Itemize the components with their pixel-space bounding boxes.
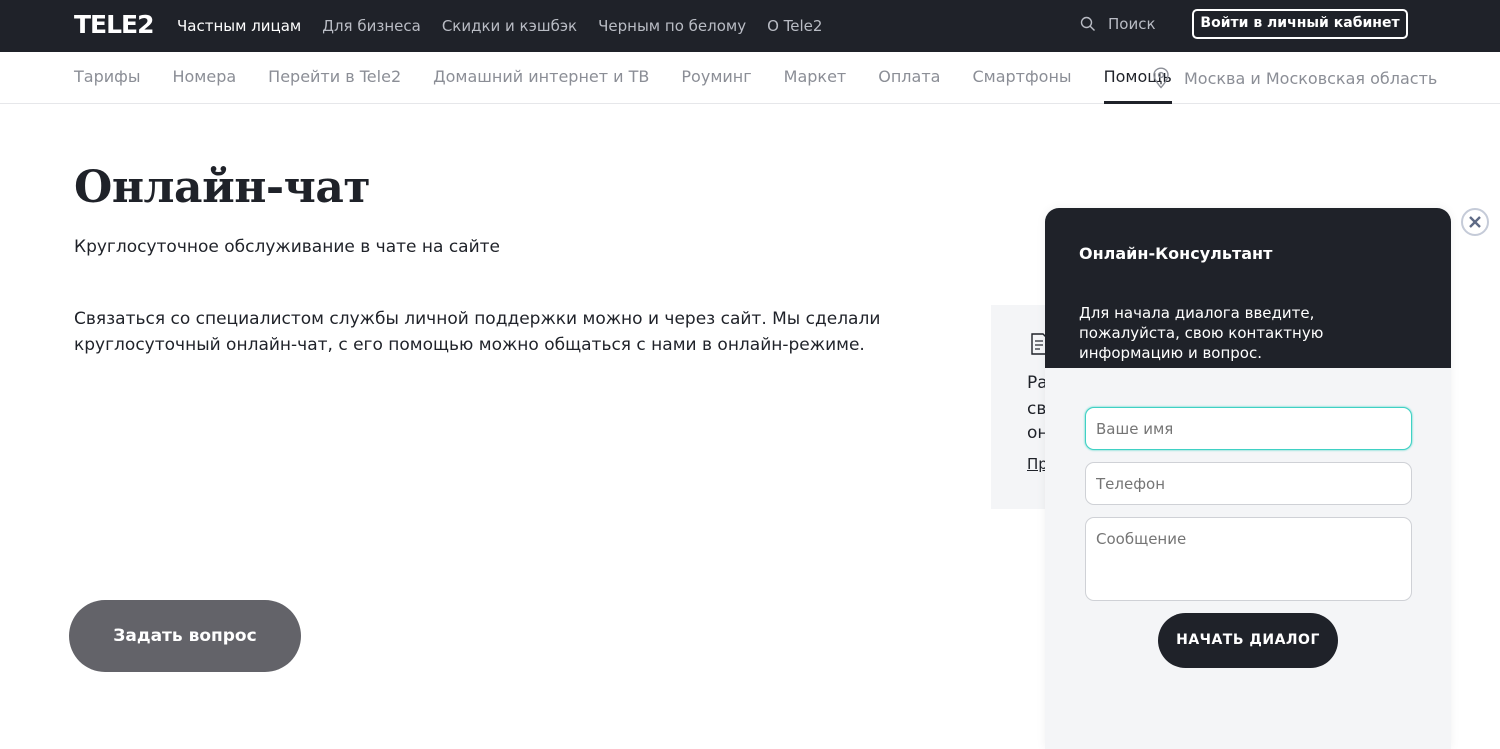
name-input[interactable]: [1085, 407, 1412, 450]
close-icon: [1469, 216, 1481, 228]
section-nav-item-payment[interactable]: Оплата: [878, 52, 940, 104]
login-button[interactable]: Войти в личный кабинет: [1192, 9, 1408, 39]
page-subtitle: Круглосуточное обслуживание в чате на са…: [74, 237, 500, 257]
section-nav-item-numbers[interactable]: Номера: [172, 52, 236, 104]
search-button[interactable]: Поиск: [1080, 0, 1156, 48]
chat-widget: Онлайн-Консультант Для начала диалога вв…: [1045, 208, 1451, 749]
top-nav-item-about[interactable]: О Tele2: [767, 17, 822, 35]
top-nav-item-black-on-white[interactable]: Черным по белому: [598, 17, 746, 35]
location-pin-icon: [1153, 67, 1169, 89]
top-nav-item-business[interactable]: Для бизнеса: [322, 17, 421, 35]
message-input[interactable]: [1085, 517, 1412, 601]
phone-input[interactable]: [1085, 462, 1412, 505]
section-nav-item-home-internet[interactable]: Домашний интернет и ТВ: [433, 52, 649, 104]
section-nav-item-tariffs[interactable]: Тарифы: [74, 52, 140, 104]
tele2-logo[interactable]: TELE2: [74, 11, 155, 39]
top-nav: Частным лицам Для бизнеса Скидки и кэшбэ…: [177, 0, 843, 52]
top-nav-item-private[interactable]: Частным лицам: [177, 17, 301, 35]
top-bar: TELE2 Частным лицам Для бизнеса Скидки и…: [0, 0, 1500, 52]
chat-header: Онлайн-Консультант Для начала диалога вв…: [1045, 208, 1451, 368]
ask-question-button[interactable]: Задать вопрос: [69, 600, 301, 672]
search-icon: [1080, 16, 1095, 31]
section-nav: Тарифы Номера Перейти в Tele2 Домашний и…: [0, 52, 1500, 104]
section-nav-item-roaming[interactable]: Роуминг: [681, 52, 751, 104]
top-nav-item-discounts[interactable]: Скидки и кэшбэк: [442, 17, 577, 35]
region-selector[interactable]: Москва и Московская область: [1152, 52, 1437, 104]
chat-title: Онлайн-Консультант: [1079, 244, 1273, 263]
chat-intro: Для начала диалога введите, пожалуйста, …: [1079, 304, 1324, 362]
section-nav-item-switch[interactable]: Перейти в Tele2: [268, 52, 401, 104]
page-description: Связаться со специалистом службы личной …: [74, 309, 881, 355]
search-label: Поиск: [1108, 15, 1156, 33]
info-card-line: св: [1027, 399, 1047, 419]
page-title: Онлайн-чат: [74, 162, 371, 213]
start-dialog-button[interactable]: НАЧАТЬ ДИАЛОГ: [1158, 613, 1338, 668]
section-nav-item-smartphones[interactable]: Смартфоны: [972, 52, 1071, 104]
section-nav-item-market[interactable]: Маркет: [784, 52, 847, 104]
close-chat-button[interactable]: [1461, 208, 1489, 236]
region-label: Москва и Московская область: [1184, 68, 1438, 88]
